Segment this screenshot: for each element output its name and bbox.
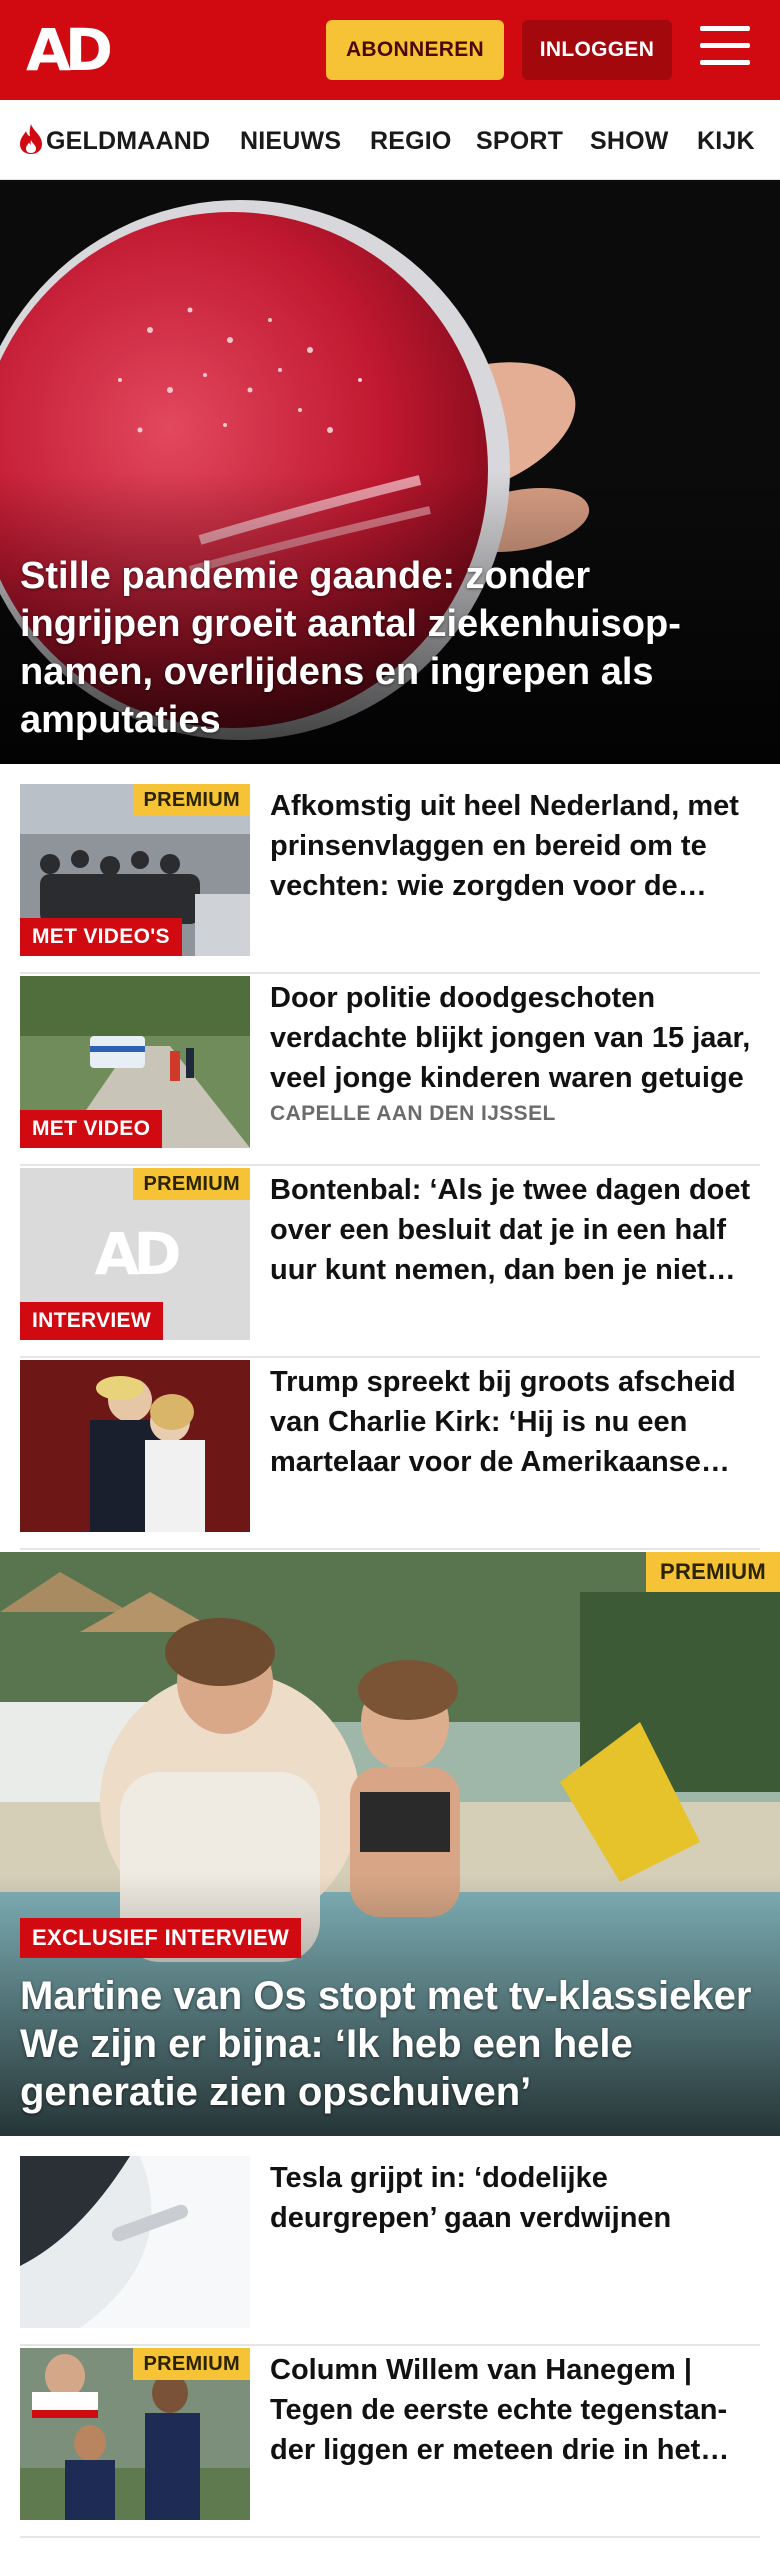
ad-logo[interactable]: AD <box>26 21 113 79</box>
login-button[interactable]: INLOGGEN <box>522 20 672 80</box>
nav-item-sport[interactable]: SPORT <box>476 100 563 179</box>
flame-icon <box>20 124 42 155</box>
article-title[interactable]: Door politie doodgeschoten verdachte bli… <box>270 978 760 1098</box>
ad-placeholder-logo: AD <box>94 1220 181 1288</box>
premium-badge: PREMIUM <box>133 2348 250 2380</box>
top-header: AD ABONNEREN INLOGGEN <box>0 0 780 100</box>
nav-item-show[interactable]: SHOW <box>590 100 669 179</box>
article-title[interactable]: Column Willem van Hanegem | Tegen de eer… <box>270 2350 760 2470</box>
subscribe-button[interactable]: ABONNEREN <box>326 20 504 80</box>
article-location: CAPELLE AAN DEN IJSSEL <box>270 1102 556 1125</box>
article-row[interactable]: PREMIUM MET VIDEO'S Afkomstig uit heel N… <box>20 784 760 974</box>
article-row[interactable]: MET VIDEO Door politie doodgeschoten ver… <box>20 976 760 1166</box>
nav-item-kijk[interactable]: KIJK <box>697 100 755 179</box>
exclusive-interview-tag: EXCLUSIEF INTERVIEW <box>20 1918 302 1958</box>
article-row[interactable]: Trump spreekt bij groots afscheid van Ch… <box>20 1360 760 1550</box>
feature-article[interactable]: PREMIUM EXCLUSIEF INTERVIEW Martine van … <box>0 1552 780 2136</box>
article-thumbnail <box>20 1360 250 1532</box>
article-thumbnail <box>20 2156 250 2328</box>
article-title[interactable]: Trump spreekt bij groots afscheid van Ch… <box>270 1362 760 1482</box>
nav-item-nieuws[interactable]: NIEUWS <box>240 100 341 179</box>
nav-item-geldmaand[interactable]: GELDMAAND <box>18 100 211 179</box>
menu-icon[interactable] <box>700 26 750 72</box>
article-title[interactable]: Bontenbal: ‘Als je twee dagen doet over … <box>270 1170 760 1290</box>
article-thumbnail: MET VIDEO <box>20 976 250 1148</box>
feature-title[interactable]: Martine van Os stopt met tv-klassieker W… <box>20 1972 765 2116</box>
video-tag: MET VIDEO <box>20 1110 163 1148</box>
hero-article[interactable]: Stille pandemie gaande: zonder ingrijpen… <box>0 180 780 764</box>
article-title[interactable]: Afkomstig uit heel Nederland, met prinse… <box>270 786 760 906</box>
article-row[interactable]: Tesla grijpt in: ‘dodelijke deurgrepen’ … <box>20 2156 760 2346</box>
article-thumbnail: AD PREMIUM INTERVIEW <box>20 1168 250 1340</box>
article-thumbnail: PREMIUM MET VIDEO'S <box>20 784 250 956</box>
video-tag: MET VIDEO'S <box>20 918 182 956</box>
article-row[interactable]: AD PREMIUM INTERVIEW Bontenbal: ‘Als je … <box>20 1168 760 1358</box>
article-thumbnail: PREMIUM <box>20 2348 250 2520</box>
nav-item-regio[interactable]: REGIO <box>370 100 452 179</box>
premium-badge: PREMIUM <box>133 1168 250 1200</box>
article-row[interactable]: PREMIUM Column Willem van Hanegem | Tege… <box>20 2348 760 2538</box>
hero-title[interactable]: Stille pandemie gaande: zonder ingrijpen… <box>20 552 760 744</box>
article-title[interactable]: Tesla grijpt in: ‘dodelijke deurgrepen’ … <box>270 2158 760 2238</box>
interview-tag: INTERVIEW <box>20 1302 163 1340</box>
premium-badge: PREMIUM <box>133 784 250 816</box>
main-nav: GELDMAAND NIEUWS REGIO SPORT SHOW KIJK <box>0 100 780 180</box>
nav-item-label: GELDMAAND <box>46 127 211 155</box>
premium-badge: PREMIUM <box>646 1552 780 1592</box>
